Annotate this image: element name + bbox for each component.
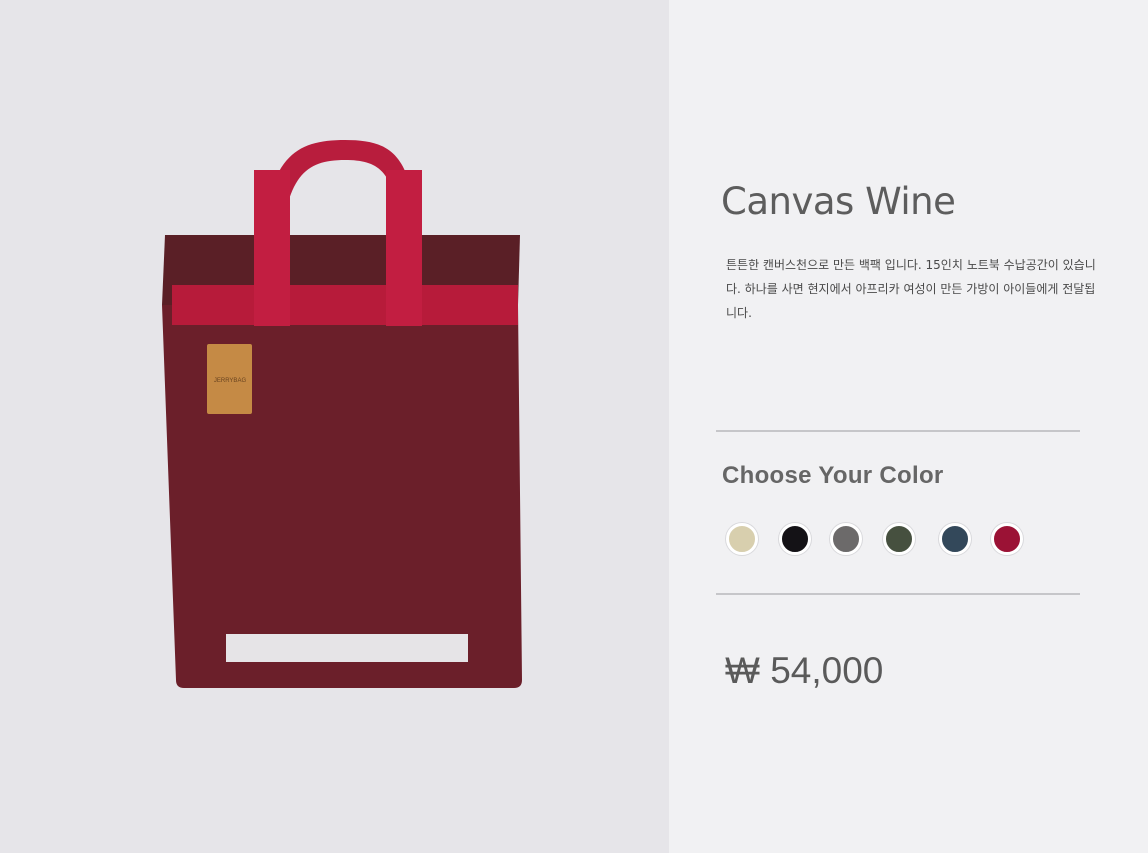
product-description: 튼튼한 캔버스천으로 만든 백팩 입니다. 15인치 노트북 수납공간이 있습니…	[726, 258, 1096, 320]
color-swatch-olive[interactable]	[883, 523, 915, 555]
backpack-image: JERRYBAG	[162, 140, 522, 688]
color-swatch-list	[726, 523, 1046, 555]
color-swatch-black[interactable]	[779, 523, 811, 555]
product-title: Canvas Wine	[721, 180, 956, 223]
product-price: ₩ 54,000	[725, 650, 884, 691]
color-swatch-gray[interactable]	[830, 523, 862, 555]
color-swatch-beige[interactable]	[726, 523, 758, 555]
product-info-panel: Canvas Wine 튼튼한 캔버스천으로 만든 백팩 입니다. 15인치 노…	[669, 0, 1148, 853]
patch-logo: JERRYBAG	[214, 378, 247, 384]
choose-color-heading: Choose Your Color	[722, 462, 944, 489]
color-swatch-wine[interactable]	[991, 523, 1023, 555]
divider	[716, 430, 1080, 432]
color-swatch-navy[interactable]	[939, 523, 971, 555]
divider	[716, 593, 1080, 595]
product-image-panel: JERRYBAG	[0, 0, 669, 853]
